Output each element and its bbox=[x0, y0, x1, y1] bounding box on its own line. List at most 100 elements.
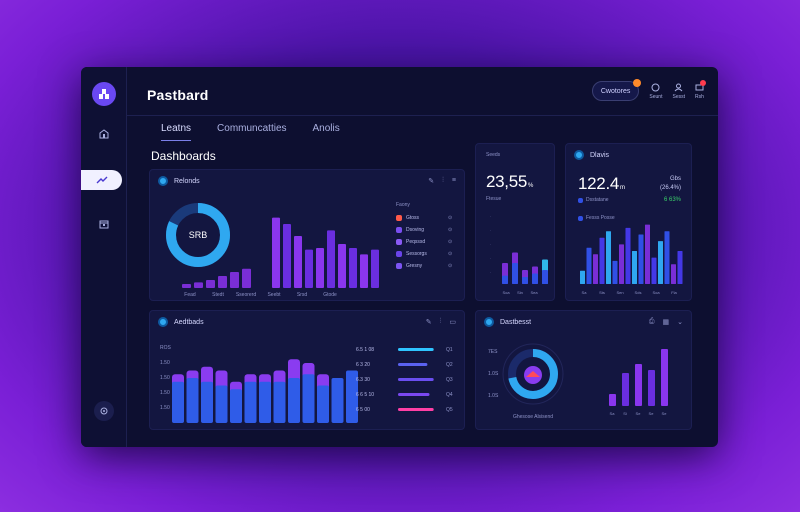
metric-bar bbox=[671, 264, 676, 284]
header-actions: Cwotores Seunt Sesst Rsh bbox=[591, 79, 706, 101]
app-window: Pastbard Cwotores Seunt Sesst Rsh Leatns… bbox=[81, 67, 718, 447]
row-bar bbox=[398, 363, 428, 366]
legend-swatch bbox=[396, 263, 402, 269]
sidebar-item-home[interactable] bbox=[95, 125, 113, 143]
metric-bar-overlay bbox=[532, 273, 538, 284]
analytics-bar bbox=[288, 378, 300, 423]
metric-bar bbox=[632, 251, 637, 284]
legend-title: Faony bbox=[396, 202, 410, 208]
main-bar bbox=[338, 244, 346, 288]
analytics-bar bbox=[259, 381, 271, 423]
left-bars bbox=[182, 268, 251, 288]
app-logo[interactable] bbox=[92, 82, 116, 106]
header-button-1[interactable]: Seunt bbox=[649, 83, 662, 100]
left-bar bbox=[218, 276, 227, 288]
header-button-3[interactable]: Rsh bbox=[695, 79, 706, 100]
analytics-bars bbox=[172, 359, 358, 423]
row-bar bbox=[398, 393, 430, 396]
grid-label: · bbox=[490, 256, 491, 261]
tab-leatns[interactable]: Leatns bbox=[161, 123, 192, 141]
row-bar bbox=[398, 408, 434, 411]
metric-bar-overlay bbox=[502, 275, 508, 284]
sidebar-item-calendar[interactable] bbox=[95, 215, 113, 233]
calendar-icon bbox=[99, 220, 109, 229]
metric-bar-overlay bbox=[512, 263, 518, 284]
main-bar bbox=[283, 224, 291, 288]
card-analytics: Aedtbads ✎ ⫶ ▭ ROS 1.50 1.50 1.50 1.50 6.5 1… bbox=[149, 310, 465, 430]
tab-bar: Leatns Communcatties Anolis bbox=[161, 123, 340, 141]
x-tick-label: Sa bbox=[610, 411, 616, 416]
legend-item[interactable]: Gtoss ⊙ bbox=[396, 212, 452, 224]
gauge-caption: Ghesose Alsisend bbox=[513, 414, 553, 420]
metric-bar bbox=[677, 251, 683, 284]
metric-bar bbox=[658, 241, 663, 284]
search-pill[interactable]: Cwotores bbox=[591, 79, 642, 101]
left-bar bbox=[230, 272, 239, 288]
legend-toggle-icon[interactable]: ⊙ bbox=[448, 215, 452, 221]
metric-bar-overlay bbox=[522, 277, 528, 284]
app-title: Pastbard bbox=[147, 87, 209, 103]
legend-swatch bbox=[396, 215, 402, 221]
user-icon bbox=[674, 83, 683, 91]
main-bar bbox=[294, 236, 302, 288]
tab-communcatties[interactable]: Communcatties bbox=[217, 123, 286, 141]
metric-chart: · · · · · Soa Sin Sea bbox=[490, 214, 548, 295]
legend-label: Sessorgs bbox=[406, 251, 427, 257]
card-metric-dlavis: Dlavis 122.4 m Gbs (26.4%) Dsstatane 6 6… bbox=[565, 143, 692, 301]
row-bar bbox=[398, 378, 434, 381]
legend-item[interactable]: Sessorgs ⊙ bbox=[396, 248, 452, 260]
analytics-bar bbox=[302, 374, 315, 423]
legend-swatch bbox=[396, 251, 402, 257]
x-tick-label: Sen bbox=[616, 290, 623, 295]
header-button-2-label: Sesst bbox=[672, 93, 685, 100]
rocket-icon bbox=[96, 176, 107, 184]
metric-bar bbox=[599, 237, 605, 284]
x-tick-label: Sds bbox=[635, 290, 642, 295]
x-axis-labels: Fead Stedt Sseorerd Seebt Srsd Gtode bbox=[184, 292, 337, 298]
y-axis-labels: 7ES 1.0S 1.0S bbox=[488, 349, 499, 399]
analytics-bar bbox=[201, 381, 213, 423]
legend-toggle-icon[interactable]: ⊙ bbox=[448, 239, 452, 245]
legend-toggle-icon[interactable]: ⊙ bbox=[448, 263, 452, 269]
legend: Faony Gtoss ⊙ Dsoving ⊙ Peqsssd ⊙ Sessorgs ⊙ Gre… bbox=[396, 202, 452, 272]
page-title: Dashboards bbox=[151, 149, 216, 163]
metric-bar bbox=[664, 231, 670, 284]
analytics-bar bbox=[244, 381, 257, 423]
settings-icon bbox=[100, 407, 108, 415]
x-tick-label: Sea bbox=[530, 290, 538, 295]
metric-bar bbox=[580, 270, 585, 284]
row-end: Q4 bbox=[446, 392, 453, 398]
legend-item[interactable]: Dsoving ⊙ bbox=[396, 224, 452, 236]
legend-item[interactable]: Gresny ⊙ bbox=[396, 260, 452, 272]
y-tick-label: 1.0S bbox=[488, 393, 499, 399]
x-tick-label: Sin bbox=[517, 290, 523, 295]
analytics-bar bbox=[230, 389, 242, 423]
legend-swatch bbox=[396, 227, 402, 233]
x-tick-label: Fead bbox=[184, 292, 196, 298]
legend-toggle-icon[interactable]: ⊙ bbox=[448, 251, 452, 257]
x-tick-label: Fla bbox=[671, 290, 677, 295]
header-button-2[interactable]: Sesst bbox=[672, 83, 685, 100]
metric-bar bbox=[612, 260, 618, 284]
sidebar-item-settings[interactable] bbox=[94, 401, 114, 421]
legend-item[interactable]: Peqsssd ⊙ bbox=[396, 236, 452, 248]
metric-bar-overlay bbox=[542, 270, 548, 284]
legend-toggle-icon[interactable]: ⊙ bbox=[448, 227, 452, 233]
metric-bar bbox=[651, 257, 657, 284]
y-tick-label: 1.0S bbox=[488, 371, 499, 377]
x-tick-label: Se bbox=[662, 411, 668, 416]
row-end: Q2 bbox=[446, 362, 453, 368]
card-metric-seeds: Seeds 23,55 % Ftesue · · · · · Soa Sin Sea bbox=[475, 143, 555, 301]
sidebar-item-active[interactable] bbox=[81, 170, 122, 190]
x-tick-label: Si bbox=[623, 411, 627, 416]
grid-labels: · · · · · bbox=[490, 214, 491, 275]
x-tick-label: Sseorerd bbox=[236, 292, 257, 298]
legend-label: Peqsssd bbox=[406, 239, 426, 245]
metric-bar bbox=[638, 234, 644, 284]
notification-dot bbox=[633, 79, 642, 87]
y-tick-label: 1.50 bbox=[160, 375, 170, 381]
donut-label: SRB bbox=[189, 230, 208, 240]
header-button-1-label: Seunt bbox=[649, 93, 663, 100]
tab-anolis[interactable]: Anolis bbox=[313, 123, 340, 141]
y-axis-labels: ROS 1.50 1.50 1.50 1.50 bbox=[160, 345, 172, 411]
